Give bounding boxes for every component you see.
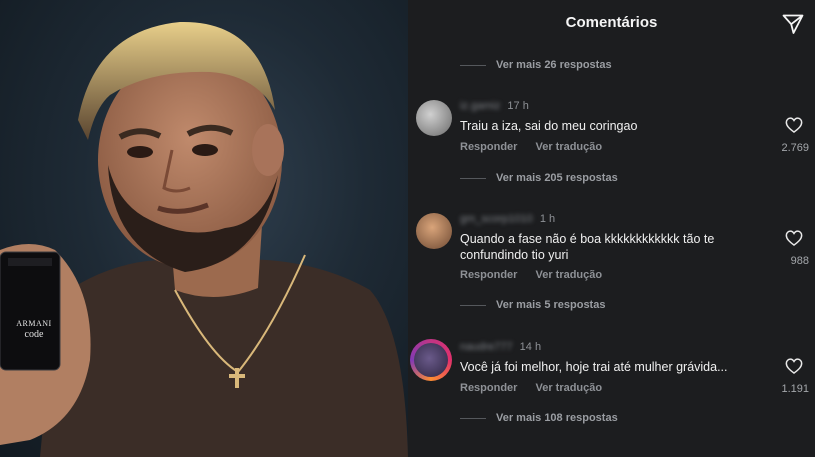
comment-actions: Responder Ver tradução xyxy=(460,269,602,281)
comment-text: Traiu a iza, sai do meu coringao xyxy=(460,119,638,133)
view-more-replies-label: Ver mais 205 respostas xyxy=(496,172,618,184)
comment-actions: Responder Ver tradução xyxy=(460,141,602,153)
view-more-replies-2[interactable]: Ver mais 5 respostas xyxy=(460,297,605,313)
perfume-name: code xyxy=(24,329,44,340)
view-more-replies-label: Ver mais 5 respostas xyxy=(496,299,606,311)
reply-button[interactable]: Responder xyxy=(460,382,517,394)
comment-time: 14 h xyxy=(519,341,542,353)
perfume-label: ARMANI code xyxy=(12,318,56,340)
view-more-replies-0[interactable]: Ver mais 26 respostas xyxy=(460,57,612,73)
like-count: 1.191 xyxy=(781,383,809,395)
avatar[interactable] xyxy=(416,213,452,249)
heart-icon[interactable] xyxy=(784,115,804,135)
avatar-image xyxy=(414,343,448,377)
reply-button[interactable]: Responder xyxy=(460,269,517,281)
like-count: 2.769 xyxy=(781,142,809,154)
comments-panel: Comentários Ver mais 26 respostas iz.gam… xyxy=(408,0,815,457)
comment-username[interactable]: iz.gamiz xyxy=(460,100,500,112)
comment-username[interactable]: naudre777 xyxy=(460,341,513,353)
view-more-replies-label: Ver mais 26 respostas xyxy=(496,59,612,71)
comment-text: Quando a fase não é boa kkkkkkkkkkkk tão… xyxy=(460,232,715,262)
reply-thread-line xyxy=(460,304,486,306)
reply-thread-line xyxy=(460,417,486,419)
heart-icon[interactable] xyxy=(784,228,804,248)
perfume-brand: ARMANI xyxy=(16,319,52,328)
heart-icon[interactable] xyxy=(784,356,804,376)
view-more-replies-label: Ver mais 108 respostas xyxy=(496,412,618,424)
see-translation-button[interactable]: Ver tradução xyxy=(535,269,602,281)
see-translation-button[interactable]: Ver tradução xyxy=(535,141,602,153)
comment-username[interactable]: gm_scorp1010 xyxy=(460,213,533,225)
reply-thread-line xyxy=(460,64,486,66)
view-more-replies-1[interactable]: Ver mais 205 respostas xyxy=(460,170,618,186)
avatar[interactable] xyxy=(416,100,452,136)
page-title: Comentários xyxy=(565,14,658,31)
comment-meta: gm_scorp1010 1 h xyxy=(460,213,555,225)
comment-meta: iz.gamiz 17 h xyxy=(460,100,529,112)
comment-meta: naudre777 14 h xyxy=(460,341,541,353)
see-translation-button[interactable]: Ver tradução xyxy=(535,382,602,394)
reply-button[interactable]: Responder xyxy=(460,141,517,153)
reply-thread-line xyxy=(460,177,486,179)
comment-time: 1 h xyxy=(539,213,556,225)
comment-time: 17 h xyxy=(507,100,529,112)
send-icon[interactable] xyxy=(781,12,805,36)
comment-text: Você já foi melhor, hoje trai até mulher… xyxy=(460,360,728,374)
like-count: 988 xyxy=(790,255,809,267)
man-with-perfume-illustration xyxy=(0,21,408,457)
view-more-replies-3[interactable]: Ver mais 108 respostas xyxy=(460,410,618,426)
comment-actions: Responder Ver tradução xyxy=(460,382,602,394)
avatar[interactable] xyxy=(410,339,452,381)
post-photo: ARMANI code xyxy=(0,0,408,457)
